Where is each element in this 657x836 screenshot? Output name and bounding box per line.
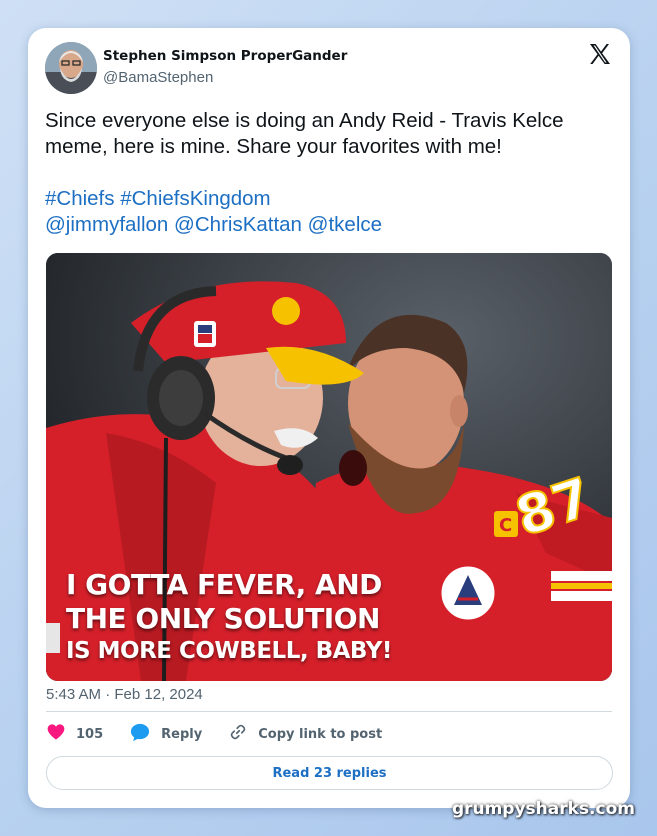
mention-link[interactable]: @tkelce: [308, 213, 382, 236]
hashtag-link[interactable]: #ChiefsKingdom: [120, 187, 270, 210]
svg-text:C: C: [499, 515, 512, 536]
reply-label: Reply: [161, 726, 203, 742]
copy-link-button[interactable]: Copy link to post: [228, 722, 382, 746]
meme-caption-line: IS MORE COWBELL, BABY!: [66, 638, 392, 664]
like-count: 105: [76, 726, 104, 742]
read-replies-button[interactable]: Read 23 replies: [46, 756, 613, 790]
copy-link-label: Copy link to post: [258, 726, 383, 742]
meme-caption: I GOTTA FEVER, AND THE ONLY SOLUTION IS …: [66, 568, 392, 666]
tweet-actions: 105 Reply Copy link to post: [46, 722, 408, 746]
tweet-text-line: meme, here is mine. Share your favorites…: [45, 135, 502, 158]
avatar[interactable]: [45, 42, 97, 94]
hashtag-link[interactable]: #Chiefs: [45, 187, 115, 210]
tweet-text: Since everyone else is doing an Andy Rei…: [45, 108, 615, 160]
tweet-timestamp[interactable]: 5:43 AM · Feb 12, 2024: [46, 686, 203, 703]
tweet-text-line: Since everyone else is doing an Andy Rei…: [45, 109, 564, 132]
author-display-name[interactable]: Stephen Simpson ProperGander: [103, 48, 347, 64]
x-logo-icon[interactable]: [588, 42, 612, 66]
meme-caption-line: THE ONLY SOLUTION: [66, 602, 380, 635]
meme-caption-line: I GOTTA FEVER, AND: [66, 568, 382, 601]
mention-link[interactable]: @ChrisKattan: [174, 213, 302, 236]
watermark: grumpysharks.com: [451, 799, 635, 819]
heart-icon: [46, 722, 76, 746]
mention-link[interactable]: @jimmyfallon: [45, 213, 168, 236]
like-button[interactable]: 105: [46, 722, 103, 746]
author-handle[interactable]: @BamaStephen: [103, 69, 213, 86]
link-icon: [228, 722, 258, 746]
reply-button[interactable]: Reply: [129, 722, 202, 746]
tweet-card: Stephen Simpson ProperGander @BamaStephe…: [28, 28, 630, 808]
tweet-tags: #Chiefs #ChiefsKingdom @jimmyfallon @Chr…: [45, 186, 382, 238]
tweet-media-image[interactable]: 87 C I GOTTA FEVER, AND THE ONLY SOLUTIO…: [46, 253, 612, 681]
divider: [46, 711, 612, 712]
reply-bubble-icon: [129, 722, 161, 746]
